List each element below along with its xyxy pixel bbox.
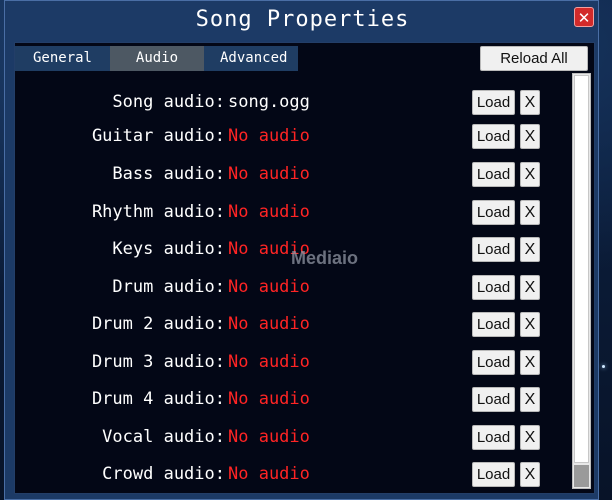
load-button[interactable]: Load bbox=[472, 275, 515, 300]
load-button[interactable]: Load bbox=[472, 462, 515, 487]
audio-value: No audio bbox=[228, 427, 310, 447]
clear-button[interactable]: X bbox=[520, 425, 540, 450]
audio-row: Drum 2 audio: No audio Load X bbox=[5, 309, 570, 339]
clear-button[interactable]: X bbox=[520, 275, 540, 300]
scrollbar-arrow[interactable] bbox=[574, 465, 589, 487]
load-button[interactable]: Load bbox=[472, 90, 515, 115]
clear-button[interactable]: X bbox=[520, 237, 540, 262]
load-button[interactable]: Load bbox=[472, 237, 515, 262]
audio-row: Song audio: song.ogg Load X bbox=[5, 87, 570, 117]
audio-label: Drum 3 audio: bbox=[91, 352, 225, 372]
audio-row: Rhythm audio: No audio Load X bbox=[5, 197, 570, 227]
audio-label: Bass audio: bbox=[112, 164, 225, 184]
audio-row: Keys audio: No audio Load X bbox=[5, 234, 570, 264]
load-button[interactable]: Load bbox=[472, 425, 515, 450]
scrollbar[interactable] bbox=[572, 73, 591, 489]
audio-row: Drum 4 audio: No audio Load X bbox=[5, 384, 570, 414]
scrollbar-thumb[interactable] bbox=[574, 75, 589, 463]
clear-button[interactable]: X bbox=[520, 124, 540, 149]
clear-button[interactable]: X bbox=[520, 90, 540, 115]
load-button[interactable]: Load bbox=[472, 312, 515, 337]
audio-value: No audio bbox=[228, 464, 310, 484]
star-decoration bbox=[602, 365, 605, 368]
clear-button[interactable]: X bbox=[520, 350, 540, 375]
watermark-logo: Mediaio bbox=[291, 248, 359, 268]
load-button[interactable]: Load bbox=[472, 387, 515, 412]
audio-label: Keys audio: bbox=[112, 239, 225, 259]
clear-button[interactable]: X bbox=[520, 200, 540, 225]
audio-value: No audio bbox=[228, 352, 310, 372]
tab-general[interactable]: General bbox=[15, 46, 110, 71]
audio-row: Drum audio: No audio Load X bbox=[5, 272, 570, 302]
audio-value: No audio bbox=[228, 202, 310, 222]
audio-label: Guitar audio: bbox=[91, 126, 225, 146]
audio-row: Crowd audio: No audio Load X bbox=[5, 459, 570, 489]
load-button[interactable]: Load bbox=[472, 200, 515, 225]
audio-label: Rhythm audio: bbox=[91, 202, 225, 222]
audio-label: Drum audio: bbox=[112, 277, 225, 297]
close-icon[interactable]: ✕ bbox=[574, 7, 594, 27]
audio-label: Song audio: bbox=[112, 92, 225, 112]
audio-value: No audio bbox=[228, 277, 310, 297]
audio-value: No audio bbox=[228, 164, 310, 184]
clear-button[interactable]: X bbox=[520, 312, 540, 337]
clear-button[interactable]: X bbox=[520, 387, 540, 412]
tab-audio[interactable]: Audio bbox=[110, 46, 204, 71]
clear-button[interactable]: X bbox=[520, 162, 540, 187]
audio-row: Vocal audio: No audio Load X bbox=[5, 422, 570, 452]
audio-value: No audio bbox=[228, 314, 310, 334]
audio-row: Guitar audio: No audio Load X bbox=[5, 121, 570, 151]
audio-label: Crowd audio: bbox=[102, 464, 225, 484]
tab-bar: General Audio Advanced bbox=[15, 46, 298, 71]
audio-label: Vocal audio: bbox=[102, 427, 225, 447]
load-button[interactable]: Load bbox=[472, 162, 515, 187]
song-properties-dialog: Song Properties ✕ General Audio Advanced… bbox=[4, 0, 599, 500]
load-button[interactable]: Load bbox=[472, 124, 515, 149]
reload-all-button[interactable]: Reload All bbox=[480, 46, 588, 71]
audio-row: Drum 3 audio: No audio Load X bbox=[5, 347, 570, 377]
audio-value: song.ogg bbox=[228, 92, 310, 112]
audio-value: No audio bbox=[228, 126, 310, 146]
audio-value: No audio bbox=[228, 389, 310, 409]
clear-button[interactable]: X bbox=[520, 462, 540, 487]
load-button[interactable]: Load bbox=[472, 350, 515, 375]
dialog-title: Song Properties bbox=[195, 7, 410, 32]
audio-row: Bass audio: No audio Load X bbox=[5, 159, 570, 189]
tab-advanced[interactable]: Advanced bbox=[204, 46, 298, 71]
audio-label: Drum 2 audio: bbox=[91, 314, 225, 334]
audio-label: Drum 4 audio: bbox=[91, 389, 225, 409]
